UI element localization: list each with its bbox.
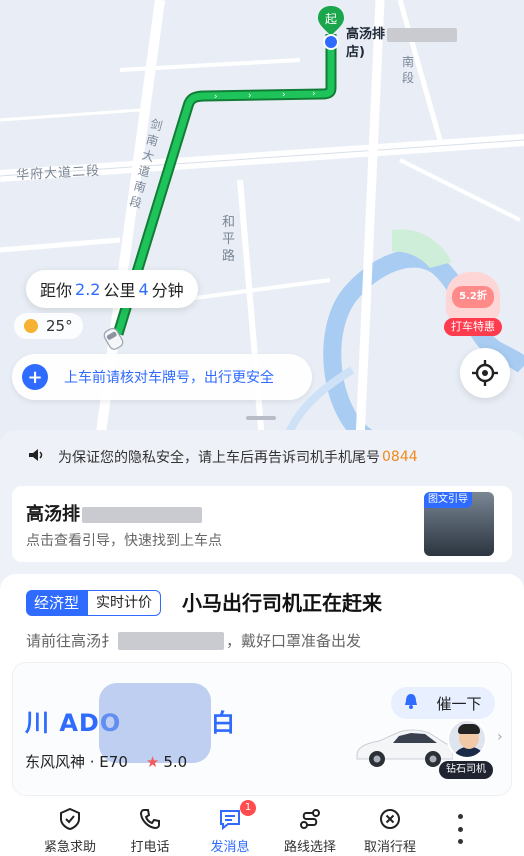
pickup-label: 高汤排 店) [346, 26, 458, 62]
locate-icon [472, 360, 498, 386]
distance-km: 2.2 [75, 279, 101, 299]
call-button[interactable]: 打电话 [110, 800, 190, 856]
plate-suffix: 白 [211, 709, 235, 737]
route-select-button[interactable]: 路线选择 [270, 800, 350, 856]
trip-panel: 为保证您的隐私安全，请上车后再告诉司机手机尾号 0844 高汤排 点击查看引导，… [0, 430, 524, 856]
shield-icon: + [22, 364, 48, 390]
driver-info-box[interactable]: 川 ADO 白 东风风神 · E70 ★ 5.0 催一下 钻石司机 › [12, 662, 512, 796]
unread-badge: 1 [240, 800, 256, 816]
diamond-driver-badge: 钻石司机 [439, 761, 493, 779]
drag-handle[interactable] [246, 416, 276, 420]
pickup-guide-card[interactable]: 高汤排 点击查看引导，快速找到上车点 图文引导 [12, 486, 512, 562]
more-options-icon[interactable] [448, 814, 472, 844]
hint-prefix: 请前往高汤扌 [26, 632, 117, 650]
svg-text:›: › [214, 92, 218, 102]
svg-text:›: › [248, 91, 252, 101]
start-pin-icon[interactable]: 起 [316, 6, 346, 50]
bell-icon [404, 693, 418, 713]
urge-label: 催一下 [436, 694, 482, 713]
hint-suffix: ，戴好口罩准备出发 [226, 632, 362, 650]
locate-button[interactable] [460, 348, 510, 398]
sos-button[interactable]: 紧急求助 [30, 800, 110, 856]
action-label: 取消行程 [363, 840, 416, 855]
action-label: 路线选择 [283, 840, 336, 855]
guide-title: 高汤排 [26, 500, 202, 526]
car-model: 东风风神 · E70 [25, 753, 128, 771]
promo-discount: 5.2折 [452, 286, 494, 308]
phone-tail-code: 0844 [382, 449, 418, 465]
driver-rating: 5.0 [163, 752, 188, 771]
temperature: 25° [46, 317, 73, 335]
action-label: 紧急求助 [43, 840, 96, 855]
start-marker-label: 起 [325, 12, 337, 26]
service-badges: 经济型 实时计价 [26, 590, 162, 616]
distance-bubble: 距你 2.2 公里 4 分钟 [26, 270, 198, 308]
message-icon [217, 806, 243, 832]
guide-title-text: 高汤排 [26, 504, 80, 525]
chevron-right-icon: › [497, 729, 503, 745]
car-info: 东风风神 · E70 ★ 5.0 [25, 751, 187, 772]
message-button[interactable]: 1 发消息 [190, 800, 270, 856]
cancel-icon [377, 806, 403, 832]
distance-prefix: 距你 [40, 281, 73, 300]
pickup-name-suffix: 店) [346, 45, 365, 60]
guide-thumbnail[interactable]: 图文引导 [424, 492, 494, 556]
trip-status: 小马出行司机正在赶来 [182, 591, 382, 615]
urge-button[interactable]: 催一下 [391, 687, 495, 719]
trip-hint: 请前往高汤扌 ，戴好口罩准备出发 [26, 630, 361, 651]
service-type-badge: 经济型 [26, 590, 88, 616]
map-view[interactable]: › › › › 华府大道二段 剑南大道南段 和平路 南段 起 高汤排 店) 距你 2.… [0, 0, 524, 440]
trip-card: 经济型 实时计价 小马出行司机正在赶来 请前往高汤扌 ，戴好口罩准备出发 川 A… [0, 574, 524, 856]
eta-unit: 分钟 [151, 281, 184, 300]
privacy-text: 为保证您的隐私安全，请上车后再告诉司机手机尾号 [58, 450, 380, 466]
weather-chip: 25° [14, 313, 83, 339]
pickup-name: 高汤排 [346, 27, 386, 42]
guide-thumb-tag: 图文引导 [424, 492, 472, 508]
svg-text:›: › [282, 90, 286, 100]
svg-text:›: › [312, 89, 316, 99]
action-label: 打电话 [130, 840, 170, 855]
eta-minutes: 4 [138, 279, 149, 299]
driver-avatar[interactable] [447, 719, 487, 759]
action-bar: 紧急求助 打电话 1 发消息 路线选择 取消行程 [0, 800, 524, 856]
car-image [353, 725, 454, 769]
route-icon [297, 806, 323, 832]
phone-icon [137, 806, 163, 832]
sos-icon [57, 806, 83, 832]
privacy-notice: 为保证您的隐私安全，请上车后再告诉司机手机尾号 0844 [0, 430, 524, 484]
driver-car-icon [100, 326, 126, 350]
action-label: 发消息 [210, 840, 250, 855]
promo-badge[interactable]: 5.2折 打车特惠 [438, 272, 508, 338]
sun-icon [24, 319, 38, 333]
pricing-badge: 实时计价 [87, 590, 162, 616]
guide-subtitle: 点击查看引导，快速找到上车点 [26, 533, 222, 549]
safety-tip-bar[interactable]: + 上车前请核对车牌号，出行更安全 [12, 354, 312, 400]
star-icon: ★ [145, 752, 160, 771]
cancel-trip-button[interactable]: 取消行程 [350, 800, 430, 856]
safety-tip-text: 上车前请核对车牌号，出行更安全 [64, 370, 274, 386]
distance-unit: 公里 [103, 281, 136, 300]
promo-label: 打车特惠 [444, 318, 502, 336]
road-label: 和平路 [222, 215, 237, 264]
speaker-icon [28, 448, 44, 466]
